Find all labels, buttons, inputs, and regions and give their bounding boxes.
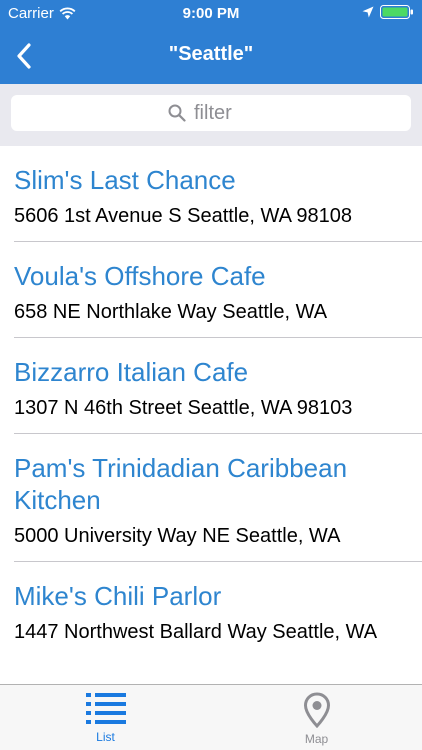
search-bar	[0, 84, 422, 146]
nav-bar: "Seattle"	[0, 30, 422, 84]
map-pin-icon	[303, 692, 330, 728]
search-input[interactable]	[194, 101, 254, 125]
list-item[interactable]: Voula's Offshore Cafe 658 NE Northlake W…	[0, 242, 422, 338]
list-item[interactable]: Slim's Last Chance 5606 1st Avenue S Sea…	[0, 146, 422, 242]
restaurant-name: Slim's Last Chance	[14, 165, 236, 195]
tab-map-label: Map	[304, 732, 329, 746]
list-item[interactable]: Mike's Chili Parlor 1447 Northwest Balla…	[0, 562, 422, 658]
restaurant-name: Bizzarro Italian Cafe	[14, 357, 249, 387]
location-arrow-icon	[362, 6, 374, 18]
restaurant-address: 5000 University Way NE Seattle, WA	[14, 525, 341, 547]
list-item[interactable]: Bizzarro Italian Cafe 1307 N 46th Street…	[0, 338, 422, 434]
restaurant-name: Voula's Offshore Cafe	[14, 261, 266, 291]
restaurant-list: Slim's Last Chance 5606 1st Avenue S Sea…	[0, 146, 422, 684]
restaurant-name: Pam's Trinidadian Caribbean Kitchen	[14, 453, 348, 515]
restaurant-address: 1307 N 46th Street Seattle, WA 98103	[14, 397, 353, 419]
tab-list-label: List	[96, 730, 115, 744]
page-title: "Seattle"	[168, 43, 254, 65]
restaurant-address: 658 NE Northlake Way Seattle, WA	[14, 301, 328, 323]
tab-list[interactable]: List	[0, 685, 211, 750]
search-field[interactable]	[11, 95, 411, 131]
tab-bar: List Map	[0, 684, 422, 750]
restaurant-address: 5606 1st Avenue S Seattle, WA 98108	[14, 205, 353, 227]
header: Carrier 9:00 PM "Seattle"	[0, 0, 422, 146]
search-icon	[168, 104, 186, 122]
battery-icon	[380, 5, 413, 19]
list-icon	[85, 693, 126, 724]
restaurant-name: Mike's Chili Parlor	[14, 581, 222, 611]
status-bar: Carrier 9:00 PM	[0, 0, 422, 30]
restaurant-address: 1447 Northwest Ballard Way Seattle, WA	[14, 621, 378, 643]
tab-map[interactable]: Map	[211, 685, 422, 750]
status-time: 9:00 PM	[182, 5, 240, 22]
status-right	[362, 5, 414, 19]
list-item[interactable]: Pam's Trinidadian Caribbean Kitchen 5000…	[0, 434, 422, 562]
